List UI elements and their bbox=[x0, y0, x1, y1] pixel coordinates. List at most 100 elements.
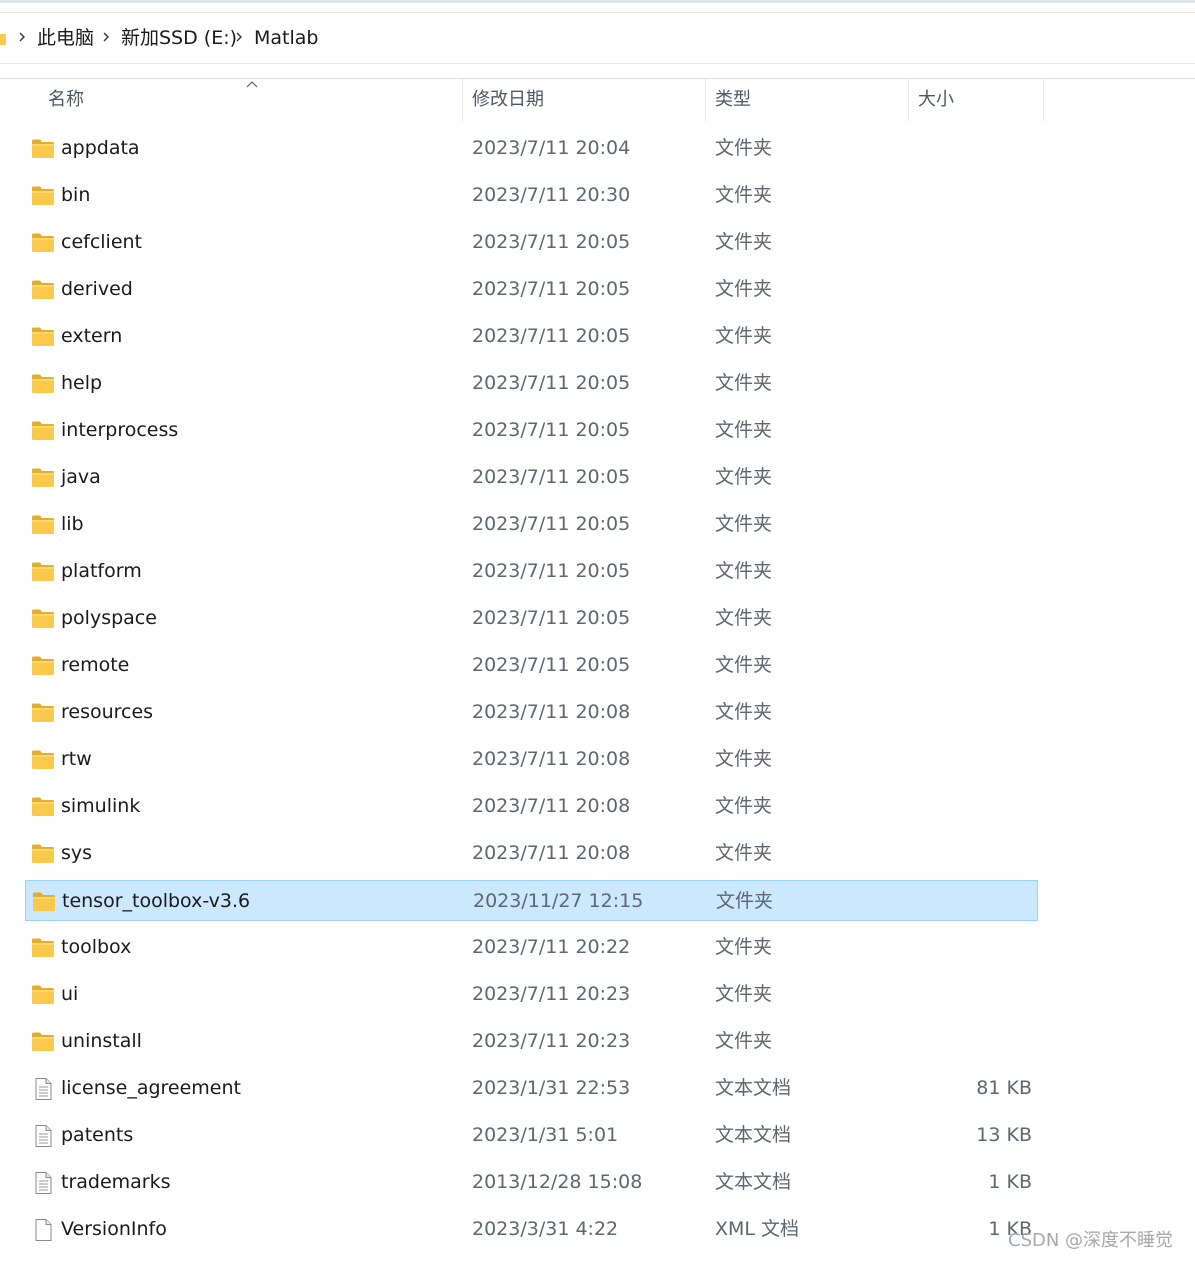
text-file-icon bbox=[31, 1125, 55, 1147]
file-row[interactable]: sys 2023/7/11 20:08 文件夹 bbox=[25, 833, 1038, 874]
file-name: rtw bbox=[61, 748, 92, 770]
breadcrumb-this-pc[interactable]: 此电脑 bbox=[37, 26, 94, 50]
file-type: 文件夹 bbox=[716, 890, 774, 912]
column-header-row: 名称 修改日期 类型 大小 bbox=[0, 78, 1195, 121]
column-header-name[interactable]: 名称 bbox=[38, 79, 462, 121]
file-row[interactable]: ui 2023/7/11 20:23 文件夹 bbox=[25, 974, 1038, 1015]
file-modified-date: 2023/7/11 20:05 bbox=[472, 560, 631, 582]
file-row[interactable]: toolbox 2023/7/11 20:22 文件夹 bbox=[25, 927, 1038, 968]
file-modified-date: 2023/7/11 20:05 bbox=[472, 419, 631, 441]
xml-file-icon bbox=[31, 1219, 55, 1241]
file-modified-date: 2023/1/31 22:53 bbox=[472, 1077, 631, 1099]
folder-icon bbox=[31, 514, 55, 536]
file-name: polyspace bbox=[61, 607, 157, 629]
folder-icon bbox=[32, 891, 56, 913]
file-name: derived bbox=[61, 278, 133, 300]
file-modified-date: 2023/7/11 20:30 bbox=[472, 184, 631, 206]
file-modified-date: 2023/7/11 20:05 bbox=[472, 654, 631, 676]
file-name: interprocess bbox=[61, 419, 179, 441]
folder-icon bbox=[31, 138, 55, 160]
file-modified-date: 2023/3/31 4:22 bbox=[472, 1218, 619, 1240]
file-row[interactable]: platform 2023/7/11 20:05 文件夹 bbox=[25, 551, 1038, 592]
file-row[interactable]: java 2023/7/11 20:05 文件夹 bbox=[25, 457, 1038, 498]
file-name: java bbox=[61, 466, 101, 488]
column-header-size[interactable]: 大小 bbox=[908, 79, 1043, 121]
breadcrumb-matlab[interactable]: Matlab bbox=[254, 26, 318, 50]
file-name: sys bbox=[61, 842, 93, 864]
file-type: 文件夹 bbox=[715, 325, 773, 347]
file-name: lib bbox=[61, 513, 84, 535]
file-modified-date: 2023/7/11 20:22 bbox=[472, 936, 631, 958]
chevron-right-icon[interactable] bbox=[16, 29, 28, 45]
file-name: trademarks bbox=[61, 1171, 171, 1193]
breadcrumb-drive[interactable]: 新加SSD (E:) bbox=[121, 26, 237, 50]
file-row[interactable]: resources 2023/7/11 20:08 文件夹 bbox=[25, 692, 1038, 733]
file-row[interactable]: interprocess 2023/7/11 20:05 文件夹 bbox=[25, 410, 1038, 451]
file-name: cefclient bbox=[61, 231, 143, 253]
chevron-right-icon[interactable] bbox=[100, 29, 112, 45]
file-type: 文本文档 bbox=[715, 1124, 792, 1146]
file-modified-date: 2023/7/11 20:05 bbox=[472, 231, 631, 253]
file-type: 文件夹 bbox=[715, 278, 773, 300]
folder-icon bbox=[0, 34, 6, 45]
file-modified-date: 2013/12/28 15:08 bbox=[472, 1171, 643, 1193]
folder-icon bbox=[31, 608, 55, 630]
file-size: 81 KB bbox=[976, 1077, 1032, 1099]
file-row[interactable]: rtw 2023/7/11 20:08 文件夹 bbox=[25, 739, 1038, 780]
folder-icon bbox=[31, 749, 55, 771]
file-name: extern bbox=[61, 325, 123, 347]
chevron-right-icon[interactable] bbox=[233, 29, 245, 45]
address-bar[interactable]: 此电脑 新加SSD (E:) Matlab bbox=[0, 12, 1195, 64]
text-file-icon bbox=[31, 1078, 55, 1100]
file-type: 文件夹 bbox=[715, 795, 773, 817]
file-row[interactable]: license_agreement 2023/1/31 22:53 文本文档 81 K… bbox=[25, 1068, 1038, 1109]
file-row[interactable]: trademarks 2013/12/28 15:08 文本文档 1 KB bbox=[25, 1162, 1038, 1203]
file-row[interactable]: polyspace 2023/7/11 20:05 文件夹 bbox=[25, 598, 1038, 639]
file-type: 文件夹 bbox=[715, 513, 773, 535]
file-type: 文件夹 bbox=[715, 748, 773, 770]
file-type: 文件夹 bbox=[715, 607, 773, 629]
folder-icon bbox=[31, 326, 55, 348]
file-name: remote bbox=[61, 654, 130, 676]
file-name: simulink bbox=[61, 795, 141, 817]
file-row[interactable]: extern 2023/7/11 20:05 文件夹 bbox=[25, 316, 1038, 357]
file-modified-date: 2023/7/11 20:08 bbox=[472, 701, 631, 723]
file-row[interactable]: appdata 2023/7/11 20:04 文件夹 bbox=[25, 128, 1038, 169]
file-row[interactable]: bin 2023/7/11 20:30 文件夹 bbox=[25, 175, 1038, 216]
file-name: VersionInfo bbox=[61, 1218, 167, 1240]
folder-icon bbox=[31, 702, 55, 724]
file-row[interactable]: lib 2023/7/11 20:05 文件夹 bbox=[25, 504, 1038, 545]
file-name: toolbox bbox=[61, 936, 132, 958]
file-name: appdata bbox=[61, 137, 140, 159]
folder-icon bbox=[31, 843, 55, 865]
file-row[interactable]: uninstall 2023/7/11 20:23 文件夹 bbox=[25, 1021, 1038, 1062]
file-row[interactable]: help 2023/7/11 20:05 文件夹 bbox=[25, 363, 1038, 404]
folder-icon bbox=[31, 561, 55, 583]
file-name: platform bbox=[61, 560, 142, 582]
file-row[interactable]: VersionInfo 2023/3/31 4:22 XML 文档 1 KB bbox=[25, 1209, 1038, 1250]
folder-icon bbox=[31, 232, 55, 254]
file-name: uninstall bbox=[61, 1030, 142, 1052]
file-row[interactable]: tensor_toolbox-v3.6 2023/11/27 12:15 文件夹 bbox=[25, 880, 1038, 921]
file-type: 文件夹 bbox=[715, 466, 773, 488]
file-type: 文件夹 bbox=[715, 654, 773, 676]
file-type: 文件夹 bbox=[715, 560, 773, 582]
folder-icon bbox=[31, 420, 55, 442]
file-row[interactable]: cefclient 2023/7/11 20:05 文件夹 bbox=[25, 222, 1038, 263]
file-row[interactable]: simulink 2023/7/11 20:08 文件夹 bbox=[25, 786, 1038, 827]
file-type: 文件夹 bbox=[715, 231, 773, 253]
column-header-type[interactable]: 类型 bbox=[705, 79, 908, 121]
file-name: ui bbox=[61, 983, 79, 1005]
file-row[interactable]: derived 2023/7/11 20:05 文件夹 bbox=[25, 269, 1038, 310]
column-header-date[interactable]: 修改日期 bbox=[462, 79, 705, 121]
column-divider[interactable] bbox=[1043, 79, 1044, 121]
folder-icon bbox=[31, 655, 55, 677]
file-row[interactable]: patents 2023/1/31 5:01 文本文档 13 KB bbox=[25, 1115, 1038, 1156]
file-row[interactable]: remote 2023/7/11 20:05 文件夹 bbox=[25, 645, 1038, 686]
file-name: patents bbox=[61, 1124, 134, 1146]
window-top-edge bbox=[0, 0, 1195, 3]
file-type: 文件夹 bbox=[715, 701, 773, 723]
file-name: help bbox=[61, 372, 103, 394]
file-name: resources bbox=[61, 701, 154, 723]
file-type: 文件夹 bbox=[715, 372, 773, 394]
